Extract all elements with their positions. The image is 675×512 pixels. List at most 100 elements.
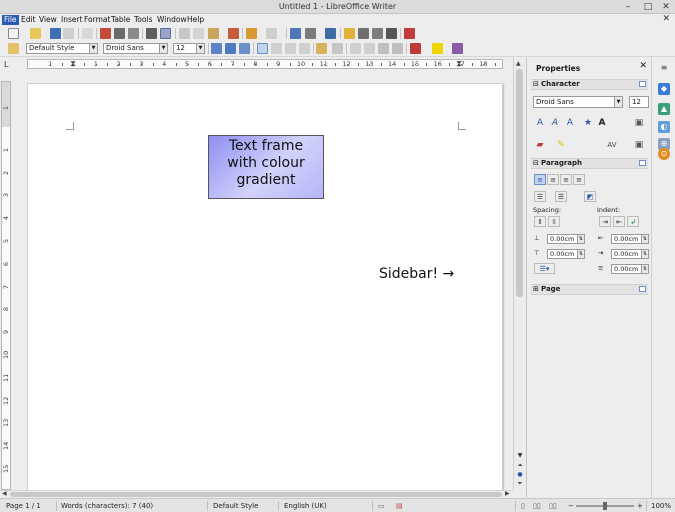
styles-icon[interactable] [8, 43, 19, 54]
rtl-icon[interactable] [332, 43, 343, 54]
multi-page-view-icon[interactable]: ▯▯ [533, 502, 541, 510]
scroll-up-icon[interactable]: ▲ [516, 60, 521, 67]
increase-indent-icon[interactable] [392, 43, 403, 54]
undo-icon[interactable] [246, 28, 257, 39]
new-document-icon[interactable] [8, 28, 19, 39]
book-view-icon[interactable]: ▯▯ [549, 502, 557, 510]
open-folder-icon[interactable] [30, 28, 41, 39]
document-modified-icon[interactable]: ▤ [396, 502, 403, 510]
close-sidebar-button[interactable]: ✕ [639, 61, 647, 71]
shadow-effect-icon[interactable] [239, 43, 250, 54]
shrink-font-icon[interactable]: ▣ [633, 140, 645, 151]
page-style[interactable]: Default Style [213, 502, 258, 510]
zoom-in-button[interactable]: + [637, 502, 643, 510]
paragraph-section-header[interactable]: ⊟ Paragraph [531, 158, 648, 169]
zoom-level[interactable]: 100% [651, 502, 671, 510]
font-size-combo[interactable]: 12 ▼ [173, 43, 205, 54]
numbering-icon[interactable] [350, 43, 361, 54]
image-icon[interactable] [325, 28, 336, 39]
zoom-slider-thumb[interactable] [603, 502, 607, 510]
menu-file[interactable]: File [2, 15, 19, 25]
zoom-slider[interactable] [576, 502, 634, 510]
page-count[interactable]: Page 1 / 1 [6, 502, 41, 510]
hyperlink-icon[interactable] [290, 28, 301, 39]
menu-table[interactable]: Table [109, 15, 132, 25]
gallery-tab-icon[interactable]: ◐ [658, 121, 670, 133]
scrollbar-thumb[interactable] [10, 492, 502, 497]
zoom-out-button[interactable]: − [568, 502, 574, 510]
spin-icon[interactable]: ⇅ [577, 250, 584, 258]
autospellcheck-icon[interactable] [160, 28, 171, 39]
sidebar-justify-icon[interactable]: ≡ [573, 174, 585, 185]
maximize-button[interactable]: □ [643, 1, 653, 13]
properties-tab-icon[interactable]: ◆ [658, 83, 670, 95]
chevron-down-icon[interactable]: ▼ [159, 44, 167, 53]
next-page-icon[interactable]: ⏷ [515, 479, 525, 488]
increase-spacing-icon[interactable]: ⇕ [534, 216, 546, 227]
minimize-button[interactable]: – [623, 1, 633, 13]
indent-marker-icon[interactable]: ⧗ [70, 59, 76, 69]
sidebar-font-name-combo[interactable]: Droid Sans ▼ [533, 96, 623, 108]
horizontal-scrollbar[interactable]: ◀ ▶ [0, 490, 513, 498]
font-name-combo[interactable]: Droid Sans ▼ [103, 43, 168, 54]
decrease-indent-icon[interactable] [378, 43, 389, 54]
before-text-indent-field[interactable]: 0.00cm ⇅ [611, 234, 649, 244]
scroll-down-icon[interactable]: ▼ [515, 451, 525, 460]
spin-icon[interactable]: ⇅ [577, 235, 584, 243]
menu-tools[interactable]: Tools [132, 15, 154, 25]
vertical-ruler[interactable]: 1 1 2 3 4 5 6 7 8 9 10 11 12 13 14 15 [1, 81, 11, 490]
font-effect-icon[interactable]: A [534, 118, 546, 129]
align-center-icon[interactable] [271, 43, 282, 54]
chevron-down-icon[interactable]: ▼ [614, 97, 622, 107]
sidebar-numbering-icon[interactable]: ☰ [555, 191, 567, 202]
print-preview-icon[interactable] [128, 28, 139, 39]
bullets-icon[interactable] [364, 43, 375, 54]
copy-icon[interactable] [193, 28, 204, 39]
ltr-icon[interactable] [316, 43, 327, 54]
text-frame[interactable]: Text frame with colour gradient [208, 135, 324, 199]
font-effect-icon[interactable] [211, 43, 222, 54]
navigator-icon[interactable] [344, 28, 355, 39]
more-options-icon[interactable] [639, 160, 646, 166]
highlight-icon[interactable] [432, 43, 443, 54]
scrollbar-thumb[interactable] [516, 69, 523, 297]
tab-type-selector[interactable]: L [4, 60, 8, 69]
sidebar-highlight-icon[interactable]: ✎ [555, 140, 567, 151]
expand-icon[interactable]: ⊞ [533, 285, 539, 294]
document-area[interactable]: 1 1 2 3 4 5 6 7 8 9 10 11 12 13 14 15 Text frame with c… [0, 71, 513, 490]
font-color-icon[interactable] [410, 43, 421, 54]
compass-icon[interactable]: ⊙ [658, 148, 670, 160]
line-spacing-icon[interactable]: ☰▾ [534, 263, 555, 274]
styles-tab-icon[interactable]: ▲ [658, 103, 670, 115]
save-icon[interactable] [50, 28, 61, 39]
sidebar-bullets-icon[interactable]: ☰ [534, 191, 546, 202]
clone-formatting-icon[interactable] [228, 28, 239, 39]
decrease-spacing-icon[interactable]: ⇳ [548, 216, 560, 227]
data-sources-icon[interactable] [372, 28, 383, 39]
export-pdf-icon[interactable] [100, 28, 111, 39]
paste-icon[interactable] [208, 28, 219, 39]
align-left-icon[interactable] [257, 43, 268, 54]
sidebar-align-right-icon[interactable]: ≡ [560, 174, 572, 185]
page[interactable]: Text frame with colour gradient Sidebar!… [27, 83, 503, 490]
close-window-button[interactable]: ✕ [661, 1, 671, 13]
spellcheck-icon[interactable] [146, 28, 157, 39]
hanging-indent-icon[interactable]: ↲ [627, 216, 639, 227]
chevron-down-icon[interactable]: ▼ [89, 44, 97, 53]
below-paragraph-spacing-field[interactable]: 0.00cm ⇅ [547, 249, 585, 259]
spin-icon[interactable]: ⇅ [641, 265, 648, 273]
table-icon[interactable] [305, 28, 316, 39]
print-icon[interactable] [114, 28, 125, 39]
cut-icon[interactable] [179, 28, 190, 39]
single-page-view-icon[interactable]: ▯ [521, 502, 525, 510]
paragraph-background-icon[interactable]: ◩ [584, 191, 596, 202]
previous-page-icon[interactable]: ⏶ [515, 461, 525, 470]
underline-effect-icon[interactable]: A [564, 118, 576, 129]
more-options-icon[interactable] [639, 81, 646, 87]
close-document-button[interactable]: ✕ [662, 14, 670, 24]
align-right-icon[interactable] [285, 43, 296, 54]
scroll-right-icon[interactable]: ▶ [505, 490, 510, 497]
spin-icon[interactable]: ⇅ [641, 250, 648, 258]
decrease-indent-icon[interactable]: ⇤ [613, 216, 625, 227]
italic-effect-icon[interactable]: A [549, 118, 561, 129]
